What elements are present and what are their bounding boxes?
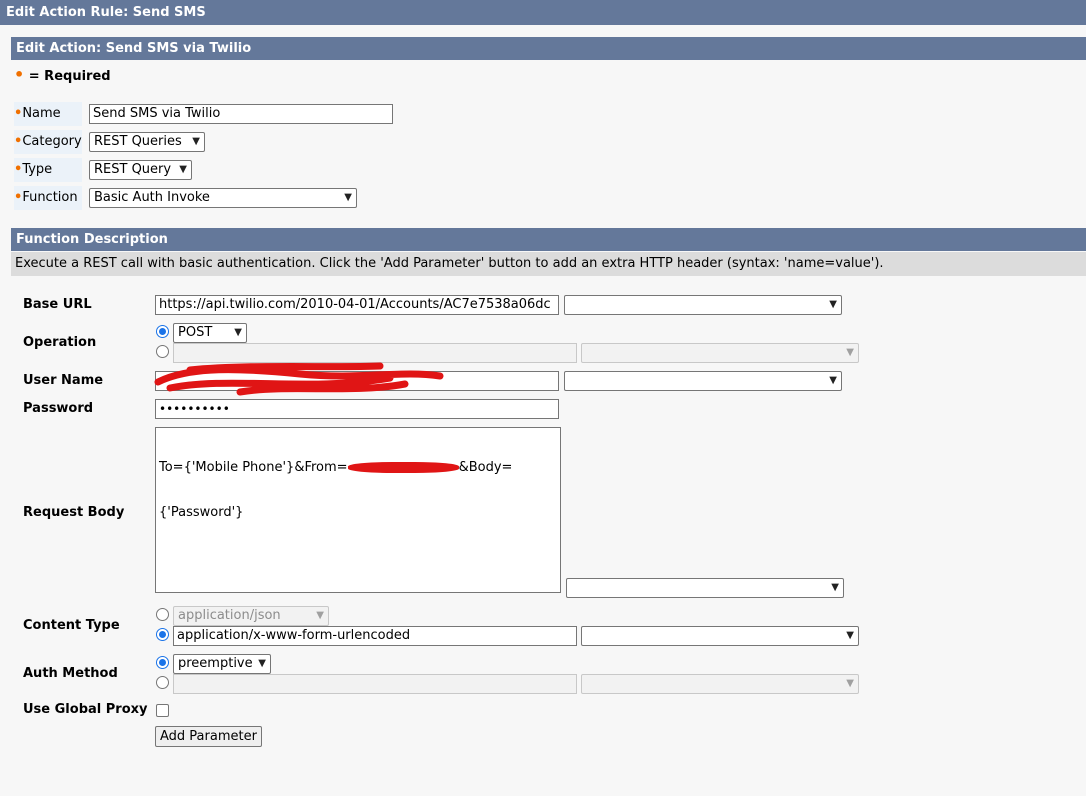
name-label: •Name	[14, 102, 82, 126]
operation-option-radio[interactable]	[156, 325, 169, 338]
operation-custom-input[interactable]	[173, 343, 577, 363]
category-label: •Category	[14, 130, 82, 154]
function-description-title: Function Description	[11, 228, 1086, 251]
base-url-label: Base URL	[23, 297, 92, 312]
chevron-down-icon: ▼	[846, 347, 854, 358]
function-select[interactable]: Basic Auth Invoke ▼	[89, 188, 357, 208]
auth-method-select[interactable]: preemptive ▼	[173, 654, 271, 674]
section-title: Edit Action: Send SMS via Twilio	[11, 37, 1086, 60]
chevron-down-icon: ▼	[192, 136, 200, 147]
chevron-down-icon: ▼	[316, 610, 324, 621]
content-type-custom-select[interactable]: ▼	[581, 626, 859, 646]
user-name-label: User Name	[23, 373, 104, 388]
chevron-down-icon: ▼	[846, 630, 854, 641]
auth-method-option-radio[interactable]	[156, 656, 169, 669]
base-url-select[interactable]: ▼	[564, 295, 842, 315]
chevron-down-icon: ▼	[846, 678, 854, 689]
content-type-custom-input[interactable]: application/x-www-form-urlencoded	[173, 626, 577, 646]
category-select-value: REST Queries	[94, 134, 182, 149]
chevron-down-icon: ▼	[234, 327, 242, 338]
request-body-line-1: To={'Mobile Phone'}&From= &Body=	[159, 460, 513, 475]
function-select-value: Basic Auth Invoke	[94, 190, 210, 205]
content-type-select[interactable]: application/json ▼	[173, 606, 329, 626]
required-legend: • = Required	[14, 65, 111, 84]
function-label: •Function	[14, 186, 82, 210]
password-label: Password	[23, 401, 94, 416]
type-select[interactable]: REST Query ▼	[89, 160, 192, 180]
auth-method-custom-radio[interactable]	[156, 676, 169, 689]
operation-label: Operation	[23, 335, 97, 350]
chevron-down-icon: ▼	[829, 299, 837, 310]
auth-method-label: Auth Method	[23, 666, 118, 681]
auth-method-custom-select[interactable]: ▼	[581, 674, 859, 694]
redaction-scribble	[154, 362, 444, 396]
content-type-label: Content Type	[23, 618, 120, 633]
chevron-down-icon: ▼	[344, 192, 352, 203]
global-proxy-checkbox[interactable]	[156, 704, 169, 717]
window-title: Edit Action Rule: Send SMS	[0, 0, 1086, 25]
global-proxy-label: Use Global Proxy	[23, 702, 148, 717]
content-type-select-value: application/json	[178, 608, 281, 623]
user-name-select[interactable]: ▼	[564, 371, 842, 391]
request-body-textarea[interactable]: To={'Mobile Phone'}&From= &Body= {'Passwo…	[155, 427, 561, 593]
request-body-select[interactable]: ▼	[566, 578, 844, 598]
operation-custom-radio[interactable]	[156, 345, 169, 358]
chevron-down-icon: ▼	[829, 375, 837, 386]
auth-method-custom-input[interactable]	[173, 674, 577, 694]
type-label: •Type	[14, 158, 82, 182]
required-dot-icon: •	[14, 65, 25, 84]
function-label-text: Function	[22, 190, 78, 205]
type-select-value: REST Query	[94, 162, 172, 177]
chevron-down-icon: ▼	[831, 582, 839, 593]
redaction-block	[347, 462, 459, 473]
content-type-option-radio[interactable]	[156, 608, 169, 621]
type-label-text: Type	[22, 162, 53, 177]
operation-select[interactable]: POST ▼	[173, 323, 247, 343]
name-label-text: Name	[22, 106, 61, 121]
password-input[interactable]: ••••••••••	[155, 399, 559, 419]
operation-custom-select[interactable]: ▼	[581, 343, 859, 363]
content-type-custom-radio[interactable]	[156, 628, 169, 641]
function-description-text: Execute a REST call with basic authentic…	[11, 252, 1086, 276]
name-input[interactable]: Send SMS via Twilio	[89, 104, 393, 124]
operation-select-value: POST	[178, 325, 213, 340]
chevron-down-icon: ▼	[179, 164, 187, 175]
required-legend-text: = Required	[28, 69, 111, 84]
category-select[interactable]: REST Queries ▼	[89, 132, 205, 152]
request-body-line-2: {'Password'}	[159, 505, 244, 520]
chevron-down-icon: ▼	[258, 658, 266, 669]
category-label-text: Category	[22, 134, 82, 149]
request-body-label: Request Body	[23, 505, 125, 520]
auth-method-select-value: preemptive	[178, 656, 253, 671]
add-parameter-button[interactable]: Add Parameter	[155, 726, 262, 747]
base-url-input[interactable]: https://api.twilio.com/2010-04-01/Accoun…	[155, 295, 559, 315]
